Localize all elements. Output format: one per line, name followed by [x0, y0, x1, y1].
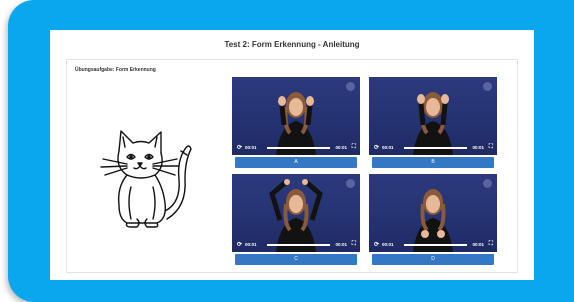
current-time: 00:01 [382, 242, 394, 247]
task-panel: Übungsaufgabe: Form Erkennung ⟳ 00:01 00… [66, 59, 518, 273]
watermark-logo [346, 82, 355, 91]
fullscreen-icon[interactable]: ⛶ [489, 144, 493, 150]
current-time: 00:01 [245, 242, 257, 247]
total-time: 00:01 [472, 242, 484, 247]
fullscreen-icon[interactable]: ⛶ [489, 241, 493, 247]
option-button-b[interactable]: B [372, 157, 494, 168]
current-time: 00:01 [245, 145, 257, 150]
current-time: 00:01 [382, 145, 394, 150]
page-title: Test 2: Form Erkennung - Anleitung [224, 40, 360, 49]
progress-bar[interactable] [404, 244, 467, 246]
watermark-logo [483, 179, 492, 188]
total-time: 00:01 [335, 145, 347, 150]
cat-drawing [100, 130, 192, 228]
total-time: 00:01 [472, 145, 484, 150]
replay-icon[interactable]: ⟳ [374, 145, 379, 151]
replay-icon[interactable]: ⟳ [237, 145, 242, 151]
video-player-a[interactable]: ⟳ 00:01 00:01 ⛶ [232, 77, 360, 155]
fullscreen-icon[interactable]: ⛶ [352, 144, 356, 150]
watermark-logo [483, 82, 492, 91]
video-controls: ⟳ 00:01 00:01 ⛶ [232, 144, 360, 152]
fullscreen-icon[interactable]: ⛶ [352, 241, 356, 247]
option-button-d[interactable]: D [372, 254, 494, 265]
replay-icon[interactable]: ⟳ [237, 242, 242, 248]
replay-icon[interactable]: ⟳ [374, 242, 379, 248]
video-controls: ⟳ 00:01 00:01 ⛶ [369, 241, 497, 249]
test-page: Test 2: Form Erkennung - Anleitung Übung… [50, 30, 534, 280]
video-player-d[interactable]: ⟳ 00:01 00:01 ⛶ [369, 174, 497, 252]
progress-bar[interactable] [267, 244, 330, 246]
option-button-c[interactable]: C [235, 254, 357, 265]
video-controls: ⟳ 00:01 00:01 ⛶ [369, 144, 497, 152]
watermark-logo [346, 179, 355, 188]
option-button-a[interactable]: A [235, 157, 357, 168]
video-controls: ⟳ 00:01 00:01 ⛶ [232, 241, 360, 249]
task-label: Übungsaufgabe: Form Erkennung [75, 67, 156, 73]
progress-bar[interactable] [404, 147, 467, 149]
total-time: 00:01 [335, 242, 347, 247]
progress-bar[interactable] [267, 147, 330, 149]
video-player-b[interactable]: ⟳ 00:01 00:01 ⛶ [369, 77, 497, 155]
video-player-c[interactable]: ⟳ 00:01 00:01 ⛶ [232, 174, 360, 252]
